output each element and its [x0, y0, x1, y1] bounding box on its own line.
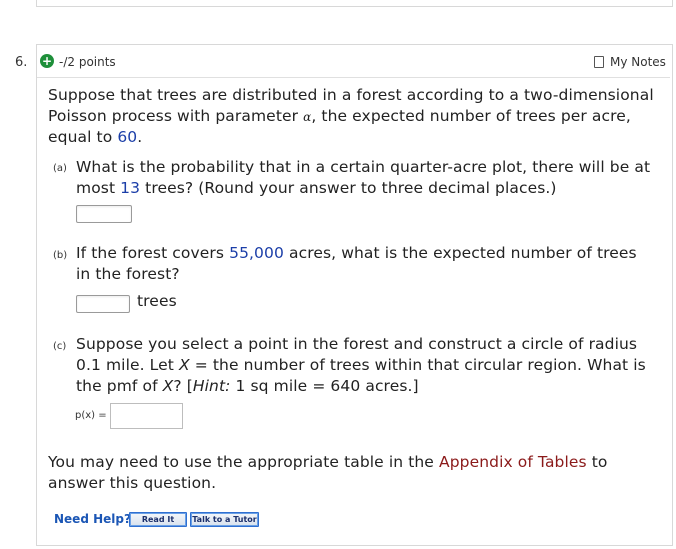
part-a-label: (a)	[53, 163, 67, 174]
intro-line-2: Poisson process with parameter α, the ex…	[48, 107, 631, 125]
plus-icon[interactable]: +	[40, 54, 54, 68]
part-c-line-3: the pmf of X? [Hint: 1 sq mile = 640 acr…	[76, 377, 419, 395]
intro-text-1: Suppose that trees are distributed in a …	[48, 86, 654, 104]
intro-text-3a: equal to	[48, 128, 118, 146]
intro-line-3: equal to 60.	[48, 128, 142, 146]
question-number: 6.	[15, 55, 28, 70]
intro-text-2b: , the expected number of trees per acre,	[311, 107, 631, 125]
part-b-value: 55,000	[229, 244, 284, 262]
part-a-text-2b: trees? (Round your answer to three decim…	[140, 179, 557, 197]
part-a-text-1: What is the probability that in a certai…	[76, 158, 651, 176]
points-label: -/2 points	[59, 55, 116, 69]
part-c-line-1: Suppose you select a point in the forest…	[76, 335, 637, 353]
footer-text-1b: to	[586, 453, 608, 471]
part-a-line-2: most 13 trees? (Round your answer to thr…	[76, 179, 557, 197]
part-b-line-1: If the forest covers 55,000 acres, what …	[76, 244, 637, 262]
part-c-line-2: 0.1 mile. Let X = the number of trees wi…	[76, 356, 646, 374]
need-help-label: Need Help?	[54, 512, 131, 526]
part-b-line-2: in the forest?	[76, 265, 180, 283]
part-c-text-3c: 1 sq mile = 640 acres.]	[230, 377, 419, 395]
part-b-text-1a: If the forest covers	[76, 244, 230, 262]
talk-to-tutor-button[interactable]: Talk to a Tutor	[190, 512, 259, 527]
part-b-answer-input[interactable]	[76, 295, 130, 313]
read-it-button[interactable]: Read It	[129, 512, 187, 527]
intro-text-3b: .	[137, 128, 143, 146]
part-c-text-2a: 0.1 mile. Let	[76, 356, 179, 374]
hint-label: Hint:	[192, 377, 231, 395]
footer-text-2: answer this question.	[48, 474, 217, 492]
rate-value: 60	[117, 128, 138, 146]
part-a-line-1: What is the probability that in a certai…	[76, 158, 650, 176]
previous-question-card	[36, 0, 673, 7]
pmf-label: p(x) =	[75, 410, 107, 421]
footer-text-1a: You may need to use the appropriate tabl…	[48, 453, 439, 471]
part-c-label: (c)	[53, 341, 67, 352]
my-notes-link[interactable]: My Notes	[610, 55, 666, 69]
intro-line-1: Suppose that trees are distributed in a …	[48, 86, 654, 104]
notes-icon[interactable]	[594, 56, 604, 68]
intro-text-2a: Poisson process with parameter	[48, 107, 304, 125]
part-b-text-1b: acres, what is the expected number of tr…	[283, 244, 637, 262]
part-c-text-1: Suppose you select a point in the forest…	[76, 335, 638, 353]
footer-line-2: answer this question.	[48, 474, 216, 492]
part-b-text-2: in the forest?	[76, 265, 180, 283]
variable-x: X	[178, 356, 190, 374]
part-c-text-2b: = the number of trees within that circul…	[189, 356, 646, 374]
part-b-label: (b)	[53, 250, 68, 261]
appendix-tables-link[interactable]: Appendix of Tables	[439, 453, 587, 471]
variable-x-2: X	[162, 377, 174, 395]
part-b-unit: trees	[137, 292, 177, 310]
header-divider	[37, 77, 670, 78]
part-a-value: 13	[120, 179, 141, 197]
footer-line-1: You may need to use the appropriate tabl…	[48, 453, 608, 471]
pmf-answer-input[interactable]	[110, 403, 183, 429]
part-a-answer-input[interactable]	[76, 205, 132, 223]
part-c-text-3b: ? [	[173, 377, 193, 395]
part-a-text-2a: most	[76, 179, 121, 197]
part-c-text-3a: the pmf of	[76, 377, 163, 395]
